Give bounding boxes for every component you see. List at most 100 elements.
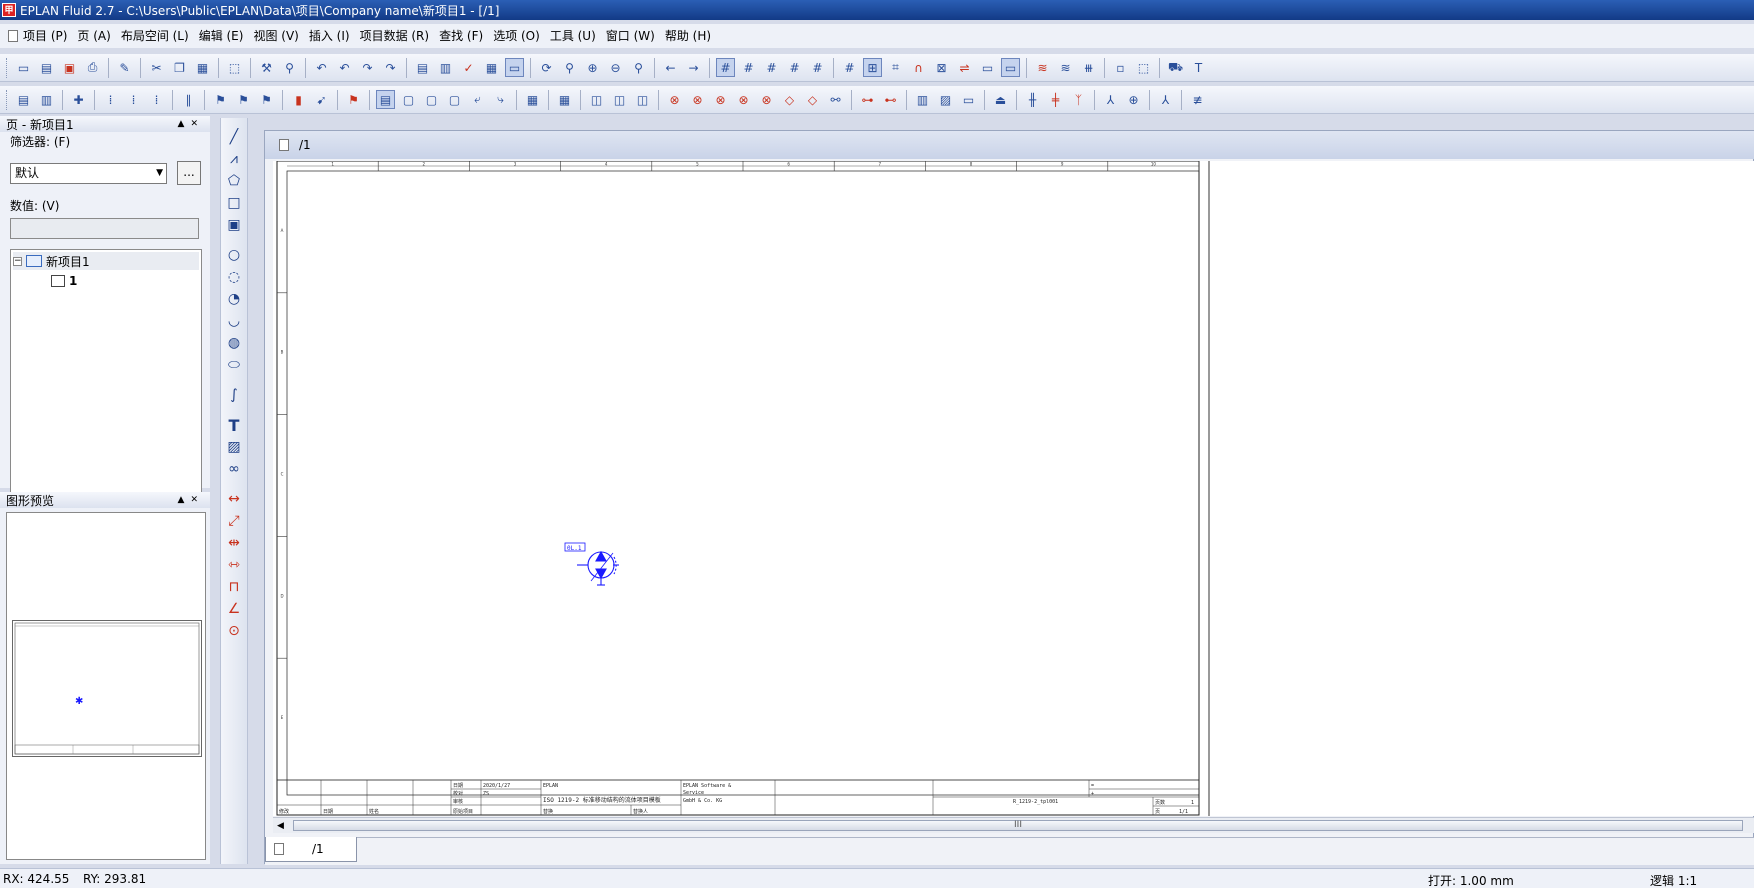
chevron-down-icon[interactable]: ▼	[156, 164, 163, 183]
valve-b-icon[interactable]: ◫	[610, 90, 629, 109]
valve-c-icon[interactable]: ◫	[633, 90, 652, 109]
device-d-icon[interactable]: ▢	[445, 90, 464, 109]
spline-tool-icon[interactable]: ∫	[223, 384, 245, 406]
menu-project[interactable]: 项目 (P)	[18, 25, 72, 47]
pump-d-icon[interactable]: ⊗	[734, 90, 753, 109]
toolbar-grip[interactable]	[6, 57, 9, 78]
circle-3pt-tool-icon[interactable]: ◌	[223, 266, 245, 288]
menu-project-data[interactable]: 项目数据 (R)	[355, 25, 435, 47]
toolbar-grip[interactable]	[6, 89, 9, 110]
hyperlink-tool-icon[interactable]: ∞	[223, 458, 245, 480]
menu-edit[interactable]: 编辑 (E)	[194, 25, 249, 47]
pipe-a-icon[interactable]: ╫	[1023, 90, 1042, 109]
select-area-icon[interactable]: ⬚	[225, 58, 244, 77]
close-project-icon[interactable]: ▣	[60, 58, 79, 77]
pump-g-icon[interactable]: ◇	[803, 90, 822, 109]
scroll-left-icon[interactable]: ◀	[277, 818, 284, 834]
grid-d-icon[interactable]: #	[785, 58, 804, 77]
new-project-icon[interactable]: ▭	[14, 58, 33, 77]
open-project-icon[interactable]: ▤	[37, 58, 56, 77]
menu-page[interactable]: 页 (A)	[72, 25, 115, 47]
intersection-snap-icon[interactable]: ⊠	[932, 58, 951, 77]
autoconnect-icon[interactable]: ⇌	[955, 58, 974, 77]
align-icon[interactable]: ▥	[913, 90, 932, 109]
document-icon[interactable]	[8, 30, 18, 42]
input-box-icon[interactable]: ▭	[978, 58, 997, 77]
cross-reference-icon[interactable]: ⧻	[1079, 58, 1098, 77]
cart-icon[interactable]: ⛟	[1166, 58, 1185, 77]
pipe-cross-icon[interactable]: ≢	[1188, 90, 1207, 109]
pane-controls[interactable]: ▲✕	[178, 495, 204, 505]
dimension-radius-icon[interactable]: ⊙	[223, 620, 245, 642]
grid-a-icon[interactable]: #	[716, 58, 735, 77]
dimension-linear-icon[interactable]: ↔	[223, 488, 245, 510]
format-pick-icon[interactable]: ⚲	[280, 58, 299, 77]
arrow-symbol-icon[interactable]: ➹	[312, 90, 331, 109]
text-tool-icon[interactable]: T	[223, 414, 245, 436]
grid-e-icon[interactable]: #	[808, 58, 827, 77]
delete-flag-icon[interactable]: ⚑	[344, 90, 363, 109]
text-field-icon[interactable]: T	[1189, 58, 1208, 77]
filter-more-button[interactable]: ...	[177, 161, 201, 185]
schematic-sheet[interactable]: 1 2 3 4 5 6 7 8 9 10 ABCDE 日期 2020/1/27 …	[273, 160, 1754, 816]
interruption-point-icon[interactable]: ⚑	[211, 90, 230, 109]
view-box-icon[interactable]: ▭	[1001, 58, 1020, 77]
rectangle-tool-icon[interactable]: □	[223, 192, 245, 214]
terminal-strip-icon[interactable]: ∥	[179, 90, 198, 109]
menu-find[interactable]: 查找 (F)	[434, 25, 488, 47]
value-input[interactable]	[10, 218, 199, 239]
menu-window[interactable]: 窗口 (W)	[601, 25, 660, 47]
pipe-c-icon[interactable]: ᛉ	[1069, 90, 1088, 109]
menu-insert[interactable]: 插入 (I)	[304, 25, 355, 47]
cable-icon[interactable]: ▦	[555, 90, 574, 109]
black-box-icon[interactable]: ▮	[289, 90, 308, 109]
dimension-icon[interactable]: ▭	[959, 90, 978, 109]
hatch-icon[interactable]: ▨	[936, 90, 955, 109]
drawing-canvas[interactable]: 1 2 3 4 5 6 7 8 9 10 ABCDE 日期 2020/1/27 …	[273, 160, 1754, 816]
redo-icon[interactable]: ↷	[358, 58, 377, 77]
polygon-tool-icon[interactable]: ⬠	[223, 170, 245, 192]
document-tab[interactable]: /1	[265, 837, 357, 862]
zoom-in-icon[interactable]: ⊕	[583, 58, 602, 77]
insert-macro-icon[interactable]: ▥	[37, 90, 56, 109]
plugin-icon[interactable]: ✚	[69, 90, 88, 109]
magnet-icon[interactable]: ∩	[909, 58, 928, 77]
device-f-icon[interactable]: ⤷	[491, 90, 510, 109]
menu-help[interactable]: 帮助 (H)	[660, 25, 716, 47]
undo-icon[interactable]: ↶	[312, 58, 331, 77]
polyline-tool-icon[interactable]: ⩘	[223, 148, 245, 170]
forward-icon[interactable]: →	[684, 58, 703, 77]
circle-tool-icon[interactable]: ○	[223, 244, 245, 266]
image-tool-icon[interactable]: ▨	[223, 436, 245, 458]
filter-select[interactable]: 默认 ▼	[10, 163, 167, 184]
cut-icon[interactable]: ✂	[147, 58, 166, 77]
select-all-icon[interactable]: ⬚	[1134, 58, 1153, 77]
plc-icon[interactable]: ▦	[523, 90, 542, 109]
wire-numbering-icon[interactable]: ≋	[1033, 58, 1052, 77]
pane-controls[interactable]: ▲✕	[178, 119, 204, 129]
pump-c-icon[interactable]: ⊗	[711, 90, 730, 109]
connection-lines-icon[interactable]: ≋	[1056, 58, 1075, 77]
refresh-icon[interactable]: ⟳	[537, 58, 556, 77]
pump-a-icon[interactable]: ⊗	[665, 90, 684, 109]
back-icon[interactable]: ←	[661, 58, 680, 77]
dimension-aligned-icon[interactable]: ⤢	[223, 510, 245, 532]
settings-wrench-icon[interactable]: ✎	[115, 58, 134, 77]
menu-tools[interactable]: 工具 (U)	[545, 25, 601, 47]
snap-to-grid-icon[interactable]: ⊞	[863, 58, 882, 77]
print-icon[interactable]: ⎙	[83, 58, 102, 77]
zoom-window-icon[interactable]: ⚲	[560, 58, 579, 77]
pipe-b-icon[interactable]: ╪	[1046, 90, 1065, 109]
zoom-100-icon[interactable]: ⚲	[629, 58, 648, 77]
page-navigator-icon[interactable]: ▤	[413, 58, 432, 77]
object-snap-icon[interactable]: ⌗	[886, 58, 905, 77]
page-properties-icon[interactable]: ▥	[436, 58, 455, 77]
grid-c-icon[interactable]: #	[762, 58, 781, 77]
tree-item-project[interactable]: − 新项目1	[13, 252, 199, 270]
device-c-icon[interactable]: ▢	[422, 90, 441, 109]
valve-a-icon[interactable]: ◫	[587, 90, 606, 109]
full-screen-icon[interactable]: ▭	[505, 58, 524, 77]
pump-b-icon[interactable]: ⊗	[688, 90, 707, 109]
collapse-icon[interactable]: −	[13, 256, 22, 266]
menu-options[interactable]: 选项 (O)	[488, 25, 545, 47]
